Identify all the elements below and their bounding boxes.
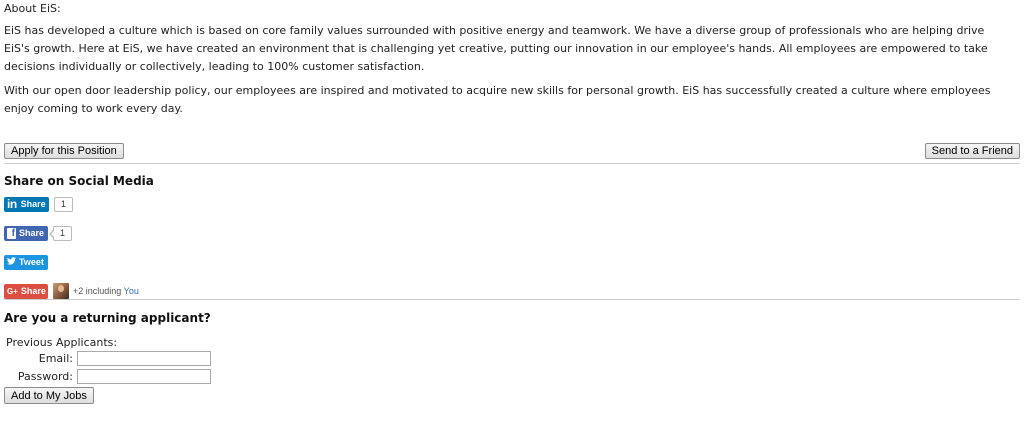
about-paragraph-1: EiS has developed a culture which is bas… — [4, 24, 988, 73]
linkedin-icon: in — [7, 197, 17, 211]
page-content: About EiS: EiS has developed a culture w… — [0, 0, 1024, 404]
twitter-row: Tweet — [4, 254, 1020, 270]
twitter-tweet-label: Tweet — [19, 257, 44, 267]
googleplus-you-link[interactable]: You — [124, 286, 139, 296]
linkedin-row: in Share 1 — [4, 196, 1020, 212]
facebook-share-label: Share — [18, 228, 44, 238]
avatar — [53, 283, 69, 299]
divider — [4, 299, 1020, 300]
linkedin-share-button[interactable]: in Share — [4, 196, 49, 212]
facebook-share-button[interactable]: f Share — [4, 225, 48, 241]
email-field[interactable] — [77, 350, 211, 366]
action-buttons: Apply for this Position Send to a Friend — [4, 143, 1020, 163]
twitter-tweet-button[interactable]: Tweet — [4, 254, 48, 270]
returning-applicant-heading: Are you a returning applicant? — [4, 311, 211, 325]
social-buttons: in Share 1 f Share 1 Tweet G+ Share +2 i… — [4, 196, 1020, 299]
add-to-my-jobs-button[interactable]: Add to My Jobs — [4, 387, 94, 404]
returning-applicant-form: Previous Applicants: Email: Password: Ad… — [4, 336, 1020, 404]
facebook-share-count: 1 — [49, 225, 72, 241]
linkedin-share-label: Share — [20, 199, 46, 209]
send-to-friend-button[interactable]: Send to a Friend — [924, 143, 1020, 159]
linkedin-share-count: 1 — [54, 196, 73, 212]
apply-button[interactable]: Apply for this Position — [4, 143, 124, 159]
facebook-icon: f — [7, 227, 16, 239]
password-label: Password: — [17, 369, 73, 383]
twitter-bird-icon — [7, 257, 16, 267]
facebook-row: f Share 1 — [4, 225, 1020, 241]
password-field[interactable] — [77, 368, 211, 384]
googleplus-annotation: +2 including You — [73, 286, 139, 296]
googleplus-row: G+ Share +2 including You — [4, 283, 1020, 299]
email-row: Email: — [4, 349, 1020, 367]
google-plus-icon: G+ — [7, 286, 18, 296]
googleplus-count-text: +2 including — [73, 286, 122, 296]
password-row: Password: — [4, 367, 1020, 385]
about-heading: About EiS: — [4, 2, 61, 15]
email-label: Email: — [38, 351, 73, 365]
googleplus-share-label: Share — [20, 286, 46, 296]
about-paragraph-2: With our open door leadership policy, ou… — [4, 84, 991, 115]
googleplus-share-button[interactable]: G+ Share — [4, 283, 48, 299]
social-heading: Share on Social Media — [4, 174, 154, 188]
divider — [4, 163, 1020, 164]
previous-applicants-label: Previous Applicants: — [6, 336, 118, 349]
